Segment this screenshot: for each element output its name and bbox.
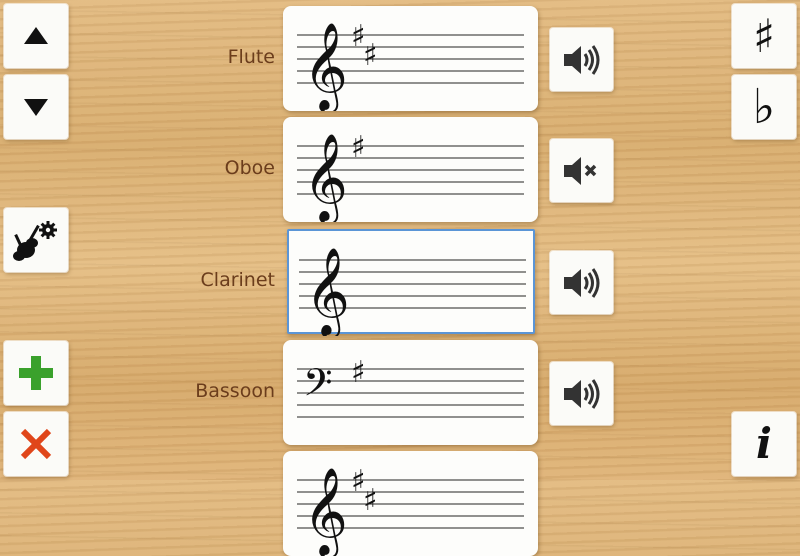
sharp-accidental-icon: ♯ [363,483,378,518]
move-down-button[interactable] [4,75,68,139]
sharp-accidental-icon: ♯ [351,130,366,165]
instrument-name-label: Oboe [224,157,275,179]
instrument-staff-3[interactable]: 𝄢 ♯ [283,340,538,445]
staff-svg: 𝄞 ♯♯ [297,464,524,556]
instrument-name-label: Clarinet [200,269,275,291]
sharp-accidental-icon: ♯ [351,355,366,390]
info-button[interactable]: i [732,412,796,476]
add-instrument-button[interactable] [4,341,68,405]
treble-clef-icon: 𝄞 [305,246,350,336]
bass-clef-icon: 𝄢 [303,360,333,414]
sharp-accidental-icon: ♯ [363,38,378,73]
instrument-staff-0[interactable]: 𝄞 ♯ ♯ [283,6,538,111]
guitar-gear-icon [13,221,57,261]
delete-instrument-button[interactable] [4,412,68,476]
treble-clef-icon: 𝄞 [303,21,348,111]
speaker-icon [563,44,599,75]
speaker-icon [563,378,599,409]
arrow-up-icon [24,27,48,44]
speaker-icon [563,267,599,298]
plus-icon [19,356,53,390]
sound-toggle-button[interactable] [550,139,613,202]
speaker-muted-icon [563,156,596,185]
instrument-staff-2[interactable]: 𝄞 [287,229,535,336]
flat-button[interactable]: ♭ [732,75,796,139]
info-icon: i [756,419,772,468]
arrow-down-icon [24,99,48,116]
close-icon [20,428,52,460]
sound-toggle-button[interactable] [550,362,613,425]
sound-toggle-button[interactable] [550,28,613,91]
move-up-button[interactable] [4,4,68,68]
sharp-icon: ♯ [752,9,776,63]
instrument-name-label: Flute [227,46,275,68]
staff-svg: 𝄞 ♯♯ [297,19,524,111]
flat-icon: ♭ [752,79,776,135]
staff-svg: 𝄞 [299,246,526,336]
instrument-staff-1[interactable]: 𝄞 ♯ [283,117,538,222]
instrument-settings-button[interactable] [4,208,68,272]
instrument-name-label: Bassoon [195,380,275,402]
staff-svg: 𝄞 ♯ [297,130,524,222]
treble-clef-icon: 𝄞 [303,132,348,222]
instrument-staff-4[interactable]: 𝄞 ♯ ♯ [283,451,538,556]
staff-svg: 𝄢 ♯ [297,355,524,418]
sound-toggle-button[interactable] [550,251,613,314]
sharp-button[interactable]: ♯ [732,4,796,68]
